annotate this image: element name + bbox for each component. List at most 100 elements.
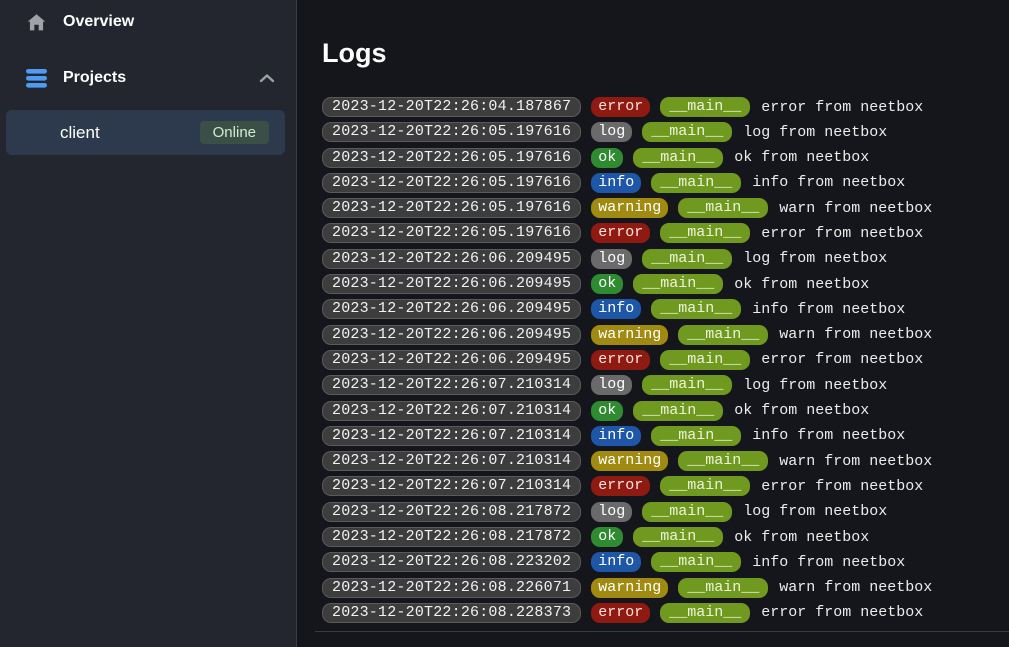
log-level-badge: warning — [591, 451, 668, 471]
log-module-badge: __main__ — [651, 299, 741, 319]
log-level-badge: warning — [591, 578, 668, 598]
log-row: 2023-12-20T22:26:04.187867error__main__e… — [322, 97, 1009, 117]
log-timestamp: 2023-12-20T22:26:04.187867 — [322, 97, 581, 117]
log-level-badge: info — [591, 426, 641, 446]
project-name: client — [60, 123, 200, 143]
log-timestamp: 2023-12-20T22:26:07.210314 — [322, 426, 581, 446]
log-row: 2023-12-20T22:26:05.197616 warning __main_… — [322, 198, 1009, 218]
main-panel: Logs 2023-12-20T22:26:04.187867 error __ma… — [297, 0, 1009, 647]
log-module-badge: __main__ — [678, 198, 768, 218]
log-level-badge: info — [591, 552, 641, 572]
log-list: 2023-12-20T22:26:04.187867error__main__e… — [322, 97, 1009, 623]
log-message: log from neetbox — [743, 250, 887, 267]
log-timestamp: 2023-12-20T22:26:05.197616 — [322, 223, 581, 243]
log-message: log from neetbox — [743, 503, 887, 520]
home-icon — [25, 11, 47, 33]
log-level-badge: info — [591, 299, 641, 319]
log-row: 2023-12-20T22:26:08.226071 warning __main_… — [322, 578, 1009, 598]
log-level-badge: warning — [591, 325, 668, 345]
log-module-badge: __main__ — [678, 451, 768, 471]
log-level-badge: error — [591, 97, 650, 117]
status-badge: Online — [200, 121, 269, 144]
log-timestamp: 2023-12-20T22:26:05.197616 — [322, 198, 581, 218]
log-row: 2023-12-20T22:26:07.210314 info __main__ in… — [322, 426, 1009, 446]
log-row: 2023-12-20T22:26:08.217872log__main__log… — [322, 502, 1009, 522]
log-row: 2023-12-20T22:26:06.209495error__main__e… — [322, 350, 1009, 370]
log-timestamp: 2023-12-20T22:26:05.197616 — [322, 122, 581, 142]
log-timestamp: 2023-12-20T22:26:08.217872 — [322, 527, 581, 547]
log-module-badge: __main__ — [642, 249, 732, 269]
log-module-badge: __main__ — [633, 401, 723, 421]
log-timestamp: 2023-12-20T22:26:06.209495 — [322, 299, 581, 319]
log-row: 2023-12-20T22:26:05.197616error__main__e… — [322, 223, 1009, 243]
log-row: 2023-12-20T22:26:05.197616info__main__in… — [322, 173, 1009, 193]
log-level-badge: ok — [591, 527, 623, 547]
log-message: warn from neetbox — [779, 579, 932, 596]
log-module-badge: __main__ — [660, 350, 750, 370]
log-row: 2023-12-20T22:26:06.209495 warning __main_… — [322, 325, 1009, 345]
log-level-badge: ok — [591, 401, 623, 421]
log-row: 2023-12-20T22:26:07.210314error__main__e… — [322, 476, 1009, 496]
log-row: 2023-12-20T22:26:05.197616 ok __main__ ok f… — [322, 148, 1009, 168]
log-module-badge: __main__ — [633, 527, 723, 547]
log-level-badge: log — [591, 502, 632, 522]
log-module-badge: __main__ — [660, 223, 750, 243]
log-message: ok from neetbox — [734, 276, 869, 293]
log-module-badge: __main__ — [642, 122, 732, 142]
log-timestamp: 2023-12-20T22:26:07.210314 — [322, 451, 581, 471]
log-timestamp: 2023-12-20T22:26:05.197616 — [322, 148, 581, 168]
sidebar-project-client[interactable]: client Online — [6, 110, 285, 155]
log-timestamp: 2023-12-20T22:26:08.226071 — [322, 578, 581, 598]
log-timestamp: 2023-12-20T22:26:07.210314 — [322, 476, 581, 496]
log-level-badge: log — [591, 249, 632, 269]
log-message: error from neetbox — [761, 351, 923, 368]
log-message: error from neetbox — [761, 604, 923, 621]
log-timestamp: 2023-12-20T22:26:06.209495 — [322, 325, 581, 345]
log-timestamp: 2023-12-20T22:26:06.209495 — [322, 274, 581, 294]
log-timestamp: 2023-12-20T22:26:08.228373 — [322, 603, 581, 623]
page-title: Logs — [322, 36, 1009, 70]
log-message: info from neetbox — [752, 301, 905, 318]
log-module-badge: __main__ — [651, 426, 741, 446]
log-row: 2023-12-20T22:26:08.228373error__main__e… — [322, 603, 1009, 623]
log-message: ok from neetbox — [734, 529, 869, 546]
log-level-badge: warning — [591, 198, 668, 218]
log-level-badge: log — [591, 122, 632, 142]
log-timestamp: 2023-12-20T22:26:08.223202 — [322, 552, 581, 572]
log-timestamp: 2023-12-20T22:26:07.210314 — [322, 401, 581, 421]
log-message: info from neetbox — [752, 554, 905, 571]
log-module-badge: __main__ — [678, 578, 768, 598]
log-module-badge: __main__ — [633, 148, 723, 168]
log-module-badge: __main__ — [633, 274, 723, 294]
log-module-badge: __main__ — [660, 97, 750, 117]
log-message: info from neetbox — [752, 427, 905, 444]
log-level-badge: ok — [591, 148, 623, 168]
list-icon — [25, 67, 47, 89]
log-timestamp: 2023-12-20T22:26:08.217872 — [322, 502, 581, 522]
log-timestamp: 2023-12-20T22:26:06.209495 — [322, 350, 581, 370]
log-message: error from neetbox — [761, 478, 923, 495]
log-module-badge: __main__ — [660, 476, 750, 496]
log-timestamp: 2023-12-20T22:26:05.197616 — [322, 173, 581, 193]
log-message: warn from neetbox — [779, 326, 932, 343]
log-message: ok from neetbox — [734, 149, 869, 166]
log-message: info from neetbox — [752, 174, 905, 191]
log-message: log from neetbox — [743, 377, 887, 394]
log-row: 2023-12-20T22:26:08.217872 ok __main__ ok f… — [322, 527, 1009, 547]
log-row: 2023-12-20T22:26:06.209495 ok __main__ ok f… — [322, 274, 1009, 294]
chevron-up-icon[interactable] — [258, 71, 276, 85]
sidebar-item-projects[interactable]: Projects — [0, 60, 296, 96]
log-message: warn from neetbox — [779, 200, 932, 217]
log-row: 2023-12-20T22:26:06.209495 info __main__ in… — [322, 299, 1009, 319]
log-level-badge: ok — [591, 274, 623, 294]
divider — [315, 631, 1009, 632]
sidebar-item-label: Overview — [63, 13, 276, 31]
log-level-badge: error — [591, 223, 650, 243]
sidebar-item-overview[interactable]: Overview — [0, 4, 296, 40]
log-module-badge: __main__ — [651, 552, 741, 572]
log-row: 2023-12-20T22:26:07.210314ok__main__ok f… — [322, 401, 1009, 421]
log-row: 2023-12-20T22:26:07.210314log__main__log… — [322, 375, 1009, 395]
log-module-badge: __main__ — [678, 325, 768, 345]
log-level-badge: log — [591, 375, 632, 395]
log-module-badge: __main__ — [660, 603, 750, 623]
